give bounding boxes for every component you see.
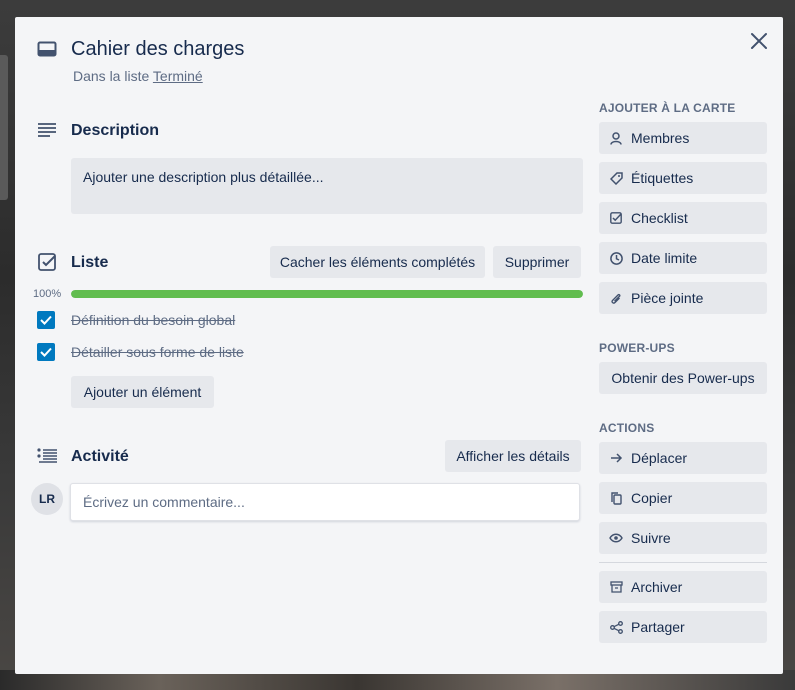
description-icon [38, 123, 56, 137]
check-icon [40, 315, 52, 325]
paperclip-icon [609, 291, 623, 305]
actions-heading: ACTIONS [599, 421, 655, 435]
checklist-icon [38, 253, 56, 271]
actions-divider [599, 562, 767, 563]
get-powerups-button[interactable]: Obtenir des Power-ups [599, 362, 767, 394]
archive-icon [609, 580, 623, 594]
watch-button[interactable]: Suivre [599, 522, 767, 554]
due-date-button[interactable]: Date limite [599, 242, 767, 274]
show-details-button[interactable]: Afficher les détails [445, 440, 581, 472]
activity-icon [37, 448, 57, 464]
list-prefix: Dans la liste [73, 68, 150, 84]
comment-input[interactable] [70, 483, 580, 521]
close-button[interactable] [749, 31, 769, 51]
card-icon [37, 41, 57, 57]
members-button[interactable]: Membres [599, 122, 767, 154]
progress-bar [71, 290, 583, 298]
card-detail-modal: Cahier des charges Dans la liste Terminé… [15, 17, 783, 674]
copy-label: Copier [631, 490, 673, 506]
checklist-item-checkbox[interactable] [37, 343, 55, 361]
add-item-button[interactable]: Ajouter un élément [71, 376, 214, 408]
checklist-item-label[interactable]: Détailler sous forme de liste [71, 344, 244, 360]
person-icon [609, 131, 623, 145]
avatar[interactable]: LR [31, 483, 63, 515]
add-to-card-heading: AJOUTER À LA CARTE [599, 101, 736, 115]
eye-icon [609, 531, 623, 545]
tag-icon [609, 171, 623, 185]
members-label: Membres [631, 130, 690, 146]
copy-icon [609, 491, 623, 505]
description-editor[interactable]: Ajouter une description plus détaillée..… [71, 158, 583, 214]
arrow-right-icon [609, 451, 623, 465]
clock-icon [609, 251, 623, 265]
list-link[interactable]: Terminé [153, 68, 203, 84]
progress-fill [71, 290, 583, 298]
archive-label: Archiver [631, 579, 683, 595]
share-button[interactable]: Partager [599, 611, 767, 643]
labels-button[interactable]: Étiquettes [599, 162, 767, 194]
hide-completed-button[interactable]: Cacher les éléments complétés [270, 246, 485, 278]
activity-heading: Activité [71, 448, 129, 465]
card-list-info: Dans la liste Terminé [73, 68, 203, 84]
watch-label: Suivre [631, 530, 671, 546]
move-button[interactable]: Déplacer [599, 442, 767, 474]
checklist-heading: Liste [71, 254, 109, 271]
card-title[interactable]: Cahier des charges [71, 38, 244, 61]
checklist-label: Checklist [631, 210, 688, 226]
check-icon [40, 347, 52, 357]
attachment-label: Pièce jointe [631, 290, 704, 306]
progress-percent: 100% [33, 288, 62, 300]
checklist-item-label[interactable]: Définition du besoin global [71, 312, 235, 328]
checklist-button[interactable]: Checklist [599, 202, 767, 234]
checklist-icon [609, 211, 623, 225]
description-heading: Description [71, 122, 160, 139]
background-list-edge [0, 55, 8, 200]
archive-button[interactable]: Archiver [599, 571, 767, 603]
copy-button[interactable]: Copier [599, 482, 767, 514]
attachment-button[interactable]: Pièce jointe [599, 282, 767, 314]
delete-checklist-button[interactable]: Supprimer [493, 246, 581, 278]
share-icon [609, 620, 623, 634]
powerups-heading: POWER-UPS [599, 341, 675, 355]
close-icon [751, 33, 767, 49]
labels-label: Étiquettes [631, 170, 694, 186]
due-date-label: Date limite [631, 250, 698, 266]
move-label: Déplacer [631, 450, 688, 466]
share-label: Partager [631, 619, 685, 635]
checklist-item-checkbox[interactable] [37, 311, 55, 329]
